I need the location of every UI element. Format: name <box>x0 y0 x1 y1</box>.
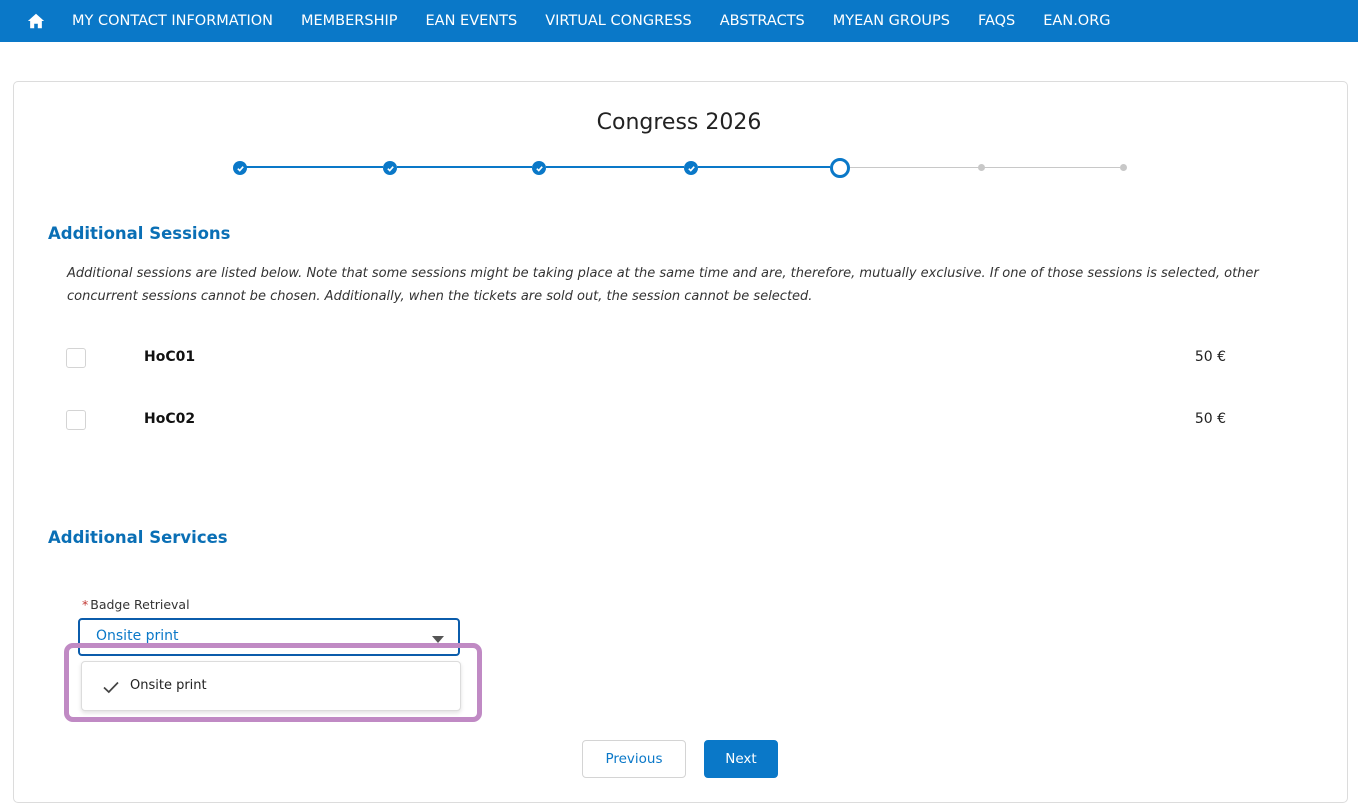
step-2-complete <box>383 161 397 175</box>
step-1-complete <box>233 161 247 175</box>
sessions-description: Additional sessions are listed below. No… <box>67 266 1259 304</box>
nav-my-contact-information[interactable]: MY CONTACT INFORMATION <box>72 13 273 29</box>
step-5-current <box>830 158 850 178</box>
step-connector-done <box>698 166 830 168</box>
nav-myean-groups[interactable]: MYEAN GROUPS <box>833 13 950 29</box>
check-icon <box>535 165 543 172</box>
session-price: 50 € <box>1194 411 1226 427</box>
next-button[interactable]: Next <box>704 740 778 778</box>
nav-faqs[interactable]: FAQS <box>978 13 1015 29</box>
required-marker: * <box>82 597 89 612</box>
home-button[interactable] <box>16 0 56 42</box>
additional-services-heading: Additional Services <box>48 528 228 547</box>
check-icon <box>687 165 695 172</box>
option-label: Onsite print <box>130 678 207 693</box>
additional-sessions-heading: Additional Sessions <box>48 224 231 243</box>
session-row: HoC02 50 € <box>66 410 1226 432</box>
step-connector-done <box>397 166 532 168</box>
badge-retrieval-dropdown: Onsite print <box>81 661 461 711</box>
dropdown-option-onsite-print[interactable]: Onsite print <box>82 662 460 710</box>
home-icon <box>27 13 45 29</box>
session-name: HoC01 <box>144 349 196 365</box>
step-6-pending <box>978 164 985 171</box>
step-3-complete <box>532 161 546 175</box>
check-icon <box>236 165 244 172</box>
step-4-complete <box>684 161 698 175</box>
previous-button[interactable]: Previous <box>582 740 686 778</box>
caret-down-icon <box>432 636 444 643</box>
nav-virtual-congress[interactable]: VIRTUAL CONGRESS <box>545 13 692 29</box>
nav-menu: MY CONTACT INFORMATION MEMBERSHIP EAN EV… <box>72 13 1139 29</box>
badge-retrieval-label: * Badge Retrieval <box>82 597 190 612</box>
badge-retrieval-select[interactable]: Onsite print <box>78 618 460 656</box>
session-checkbox-hoc02[interactable] <box>66 410 86 430</box>
nav-membership[interactable]: MEMBERSHIP <box>301 13 398 29</box>
session-name: HoC02 <box>144 411 196 427</box>
session-checkbox-hoc01[interactable] <box>66 348 86 368</box>
step-7-pending <box>1120 164 1127 171</box>
nav-abstracts[interactable]: ABSTRACTS <box>720 13 805 29</box>
badge-retrieval-label-text: Badge Retrieval <box>90 597 190 612</box>
step-connector-todo <box>850 167 984 168</box>
step-connector-done <box>546 166 684 168</box>
checkmark-icon <box>103 681 119 694</box>
nav-ean-events[interactable]: EAN EVENTS <box>426 13 518 29</box>
step-connector-todo <box>984 167 1120 168</box>
page-title: Congress 2026 <box>596 110 762 135</box>
top-nav: MY CONTACT INFORMATION MEMBERSHIP EAN EV… <box>0 0 1358 42</box>
badge-retrieval-value: Onsite print <box>96 628 179 644</box>
check-icon <box>386 165 394 172</box>
session-row: HoC01 50 € <box>66 348 1226 370</box>
progress-stepper <box>230 157 1130 179</box>
step-connector-done <box>244 166 383 168</box>
nav-ean-org[interactable]: EAN.ORG <box>1043 13 1110 29</box>
session-price: 50 € <box>1194 349 1226 365</box>
